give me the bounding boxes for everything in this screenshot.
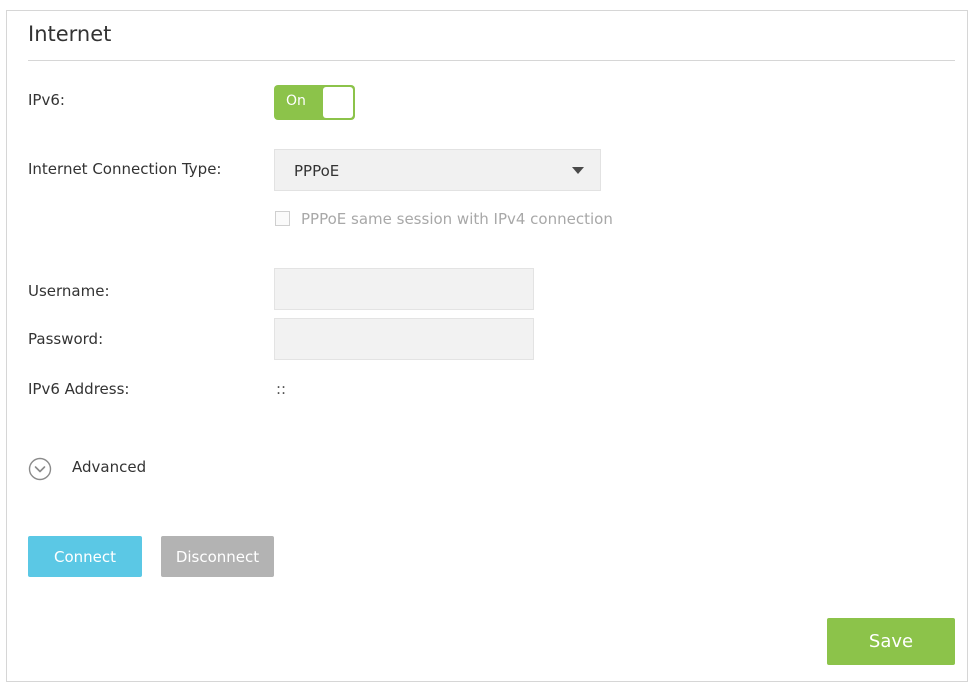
ipv6-toggle[interactable]: On bbox=[274, 85, 355, 120]
connection-type-label: Internet Connection Type: bbox=[28, 160, 222, 178]
ipv6-toggle-text: On bbox=[286, 93, 306, 109]
advanced-toggle-label[interactable]: Advanced bbox=[72, 458, 146, 476]
ipv6-label: IPv6: bbox=[28, 91, 65, 109]
section-title: Internet bbox=[28, 22, 112, 46]
connection-type-value: PPPoE bbox=[294, 162, 340, 180]
internet-panel: Internet IPv6: On Internet Connection Ty… bbox=[6, 10, 968, 682]
title-divider bbox=[28, 60, 955, 61]
ipv6-address-label: IPv6 Address: bbox=[28, 380, 130, 398]
connection-type-select[interactable]: PPPoE bbox=[274, 149, 601, 191]
same-session-checkbox[interactable] bbox=[275, 211, 290, 226]
save-button[interactable]: Save bbox=[827, 618, 955, 665]
password-input[interactable] bbox=[274, 318, 534, 360]
toggle-knob bbox=[323, 87, 353, 118]
ipv6-address-value: :: bbox=[276, 380, 287, 398]
caret-down-icon bbox=[572, 167, 584, 174]
password-label: Password: bbox=[28, 330, 104, 348]
disconnect-button[interactable]: Disconnect bbox=[161, 536, 274, 577]
same-session-label: PPPoE same session with IPv4 connection bbox=[301, 210, 613, 228]
chevron-circle-down-icon[interactable] bbox=[28, 457, 52, 481]
username-label: Username: bbox=[28, 282, 110, 300]
connect-button[interactable]: Connect bbox=[28, 536, 142, 577]
username-input[interactable] bbox=[274, 268, 534, 310]
